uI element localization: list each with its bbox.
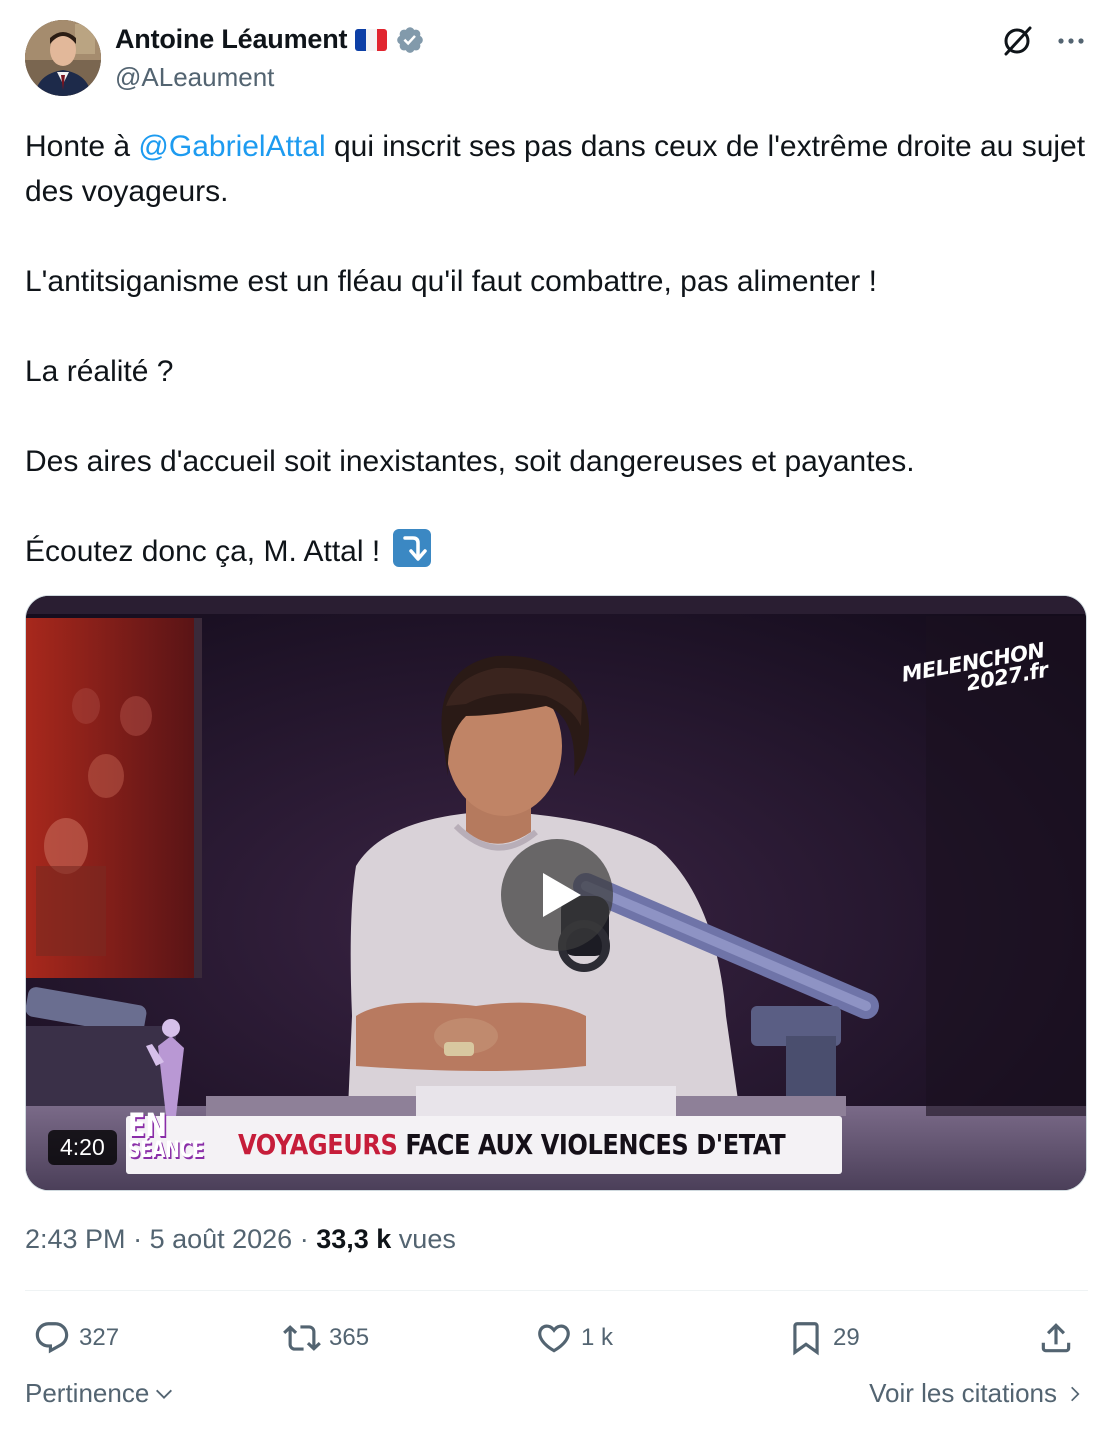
french-flag-icon — [355, 28, 388, 51]
view-quotes-label: Voir les citations — [869, 1378, 1057, 1408]
lower-third-caption: FACE AUX VIOLENCES D'ETAT — [405, 1128, 786, 1161]
reply-count: 327 — [79, 1324, 120, 1351]
chevron-down-icon — [156, 1389, 173, 1399]
video-duration: 4:20 — [48, 1130, 117, 1165]
bookmark-icon — [793, 1322, 819, 1356]
chevron-right-icon — [1071, 1386, 1080, 1401]
bookmark-button[interactable]: 29 — [787, 1310, 860, 1366]
sort-dropdown[interactable]: Pertinence — [25, 1378, 175, 1409]
action-bar: 327 365 1 k 29 — [25, 1310, 1087, 1366]
share-icon — [1041, 1323, 1071, 1353]
show-logo-line-1: EN — [128, 1106, 167, 1144]
like-button[interactable]: 1 k — [535, 1310, 613, 1366]
share-button[interactable] — [1037, 1310, 1075, 1366]
verified-badge-icon — [397, 26, 424, 53]
tweet-body: Honte à @GabrielAttal qui inscrit ses pa… — [25, 124, 1090, 574]
tweet-paragraph-3: La réalité ? — [25, 355, 174, 388]
author-name-line: Antoine Léaument — [115, 24, 425, 55]
heart-icon — [538, 1324, 570, 1353]
views-label: vues — [398, 1224, 456, 1254]
tweet-paragraph-4: Des aires d'accueil soit inexistantes, s… — [25, 445, 915, 478]
view-quotes-link[interactable]: Voir les citations — [869, 1378, 1085, 1409]
play-button[interactable] — [501, 839, 613, 951]
tweet-time[interactable]: 2:43 PM — [25, 1224, 126, 1254]
reply-icon — [35, 1322, 69, 1354]
repost-icon — [283, 1325, 321, 1351]
bookmark-count: 29 — [833, 1324, 860, 1351]
like-count: 1 k — [581, 1324, 614, 1351]
tweet-paragraph-2: L'antitsiganisme est un fléau qu'il faut… — [25, 265, 877, 298]
meta-separator: · — [125, 1224, 150, 1254]
arrow-curving-down-icon — [392, 529, 431, 567]
views-count: 33,3 k — [316, 1224, 392, 1254]
tweet-meta: 2:43 PM · 5 août 2026 · 33,3 k vues — [25, 1224, 456, 1255]
lower-third-text: VOYAGEURS FACE AUX VIOLENCES D'ETAT — [238, 1128, 786, 1161]
more-options-icon[interactable] — [1054, 24, 1088, 58]
play-icon — [543, 873, 581, 917]
author-display-name[interactable]: Antoine Léaument — [115, 24, 348, 55]
repost-count: 365 — [329, 1324, 370, 1351]
author-avatar[interactable] — [25, 20, 101, 96]
tweet-paragraph-5: Écoutez donc ça, M. Attal ! — [25, 529, 1090, 574]
video-player[interactable]: MELENCHON 2027.fr EN SÉANCE VOYAGEURS FA… — [25, 595, 1087, 1191]
tweet-paragraph-1: Honte à @GabrielAttal qui inscrit ses pa… — [25, 124, 1090, 214]
tweet-header: Antoine Léaument @ALeaument — [25, 20, 1088, 100]
repost-button[interactable]: 365 — [283, 1310, 369, 1366]
grok-icon[interactable] — [1000, 24, 1034, 58]
lower-third-highlight: VOYAGEURS — [238, 1128, 398, 1161]
divider — [25, 1290, 1088, 1291]
meta-separator: · — [292, 1224, 317, 1254]
show-logo-line-2: SÉANCE — [128, 1138, 205, 1163]
author-handle[interactable]: @ALeaument — [115, 62, 274, 93]
show-logo: EN SÉANCE — [128, 1106, 226, 1164]
tweet-text-segment: Écoutez donc ça, M. Attal ! — [25, 535, 381, 568]
reply-button[interactable]: 327 — [33, 1310, 119, 1366]
sort-label: Pertinence — [25, 1378, 150, 1408]
tweet-text-segment: Honte à — [25, 130, 139, 163]
tweet-date[interactable]: 5 août 2026 — [150, 1224, 293, 1254]
mention-link[interactable]: @GabrielAttal — [138, 130, 325, 163]
